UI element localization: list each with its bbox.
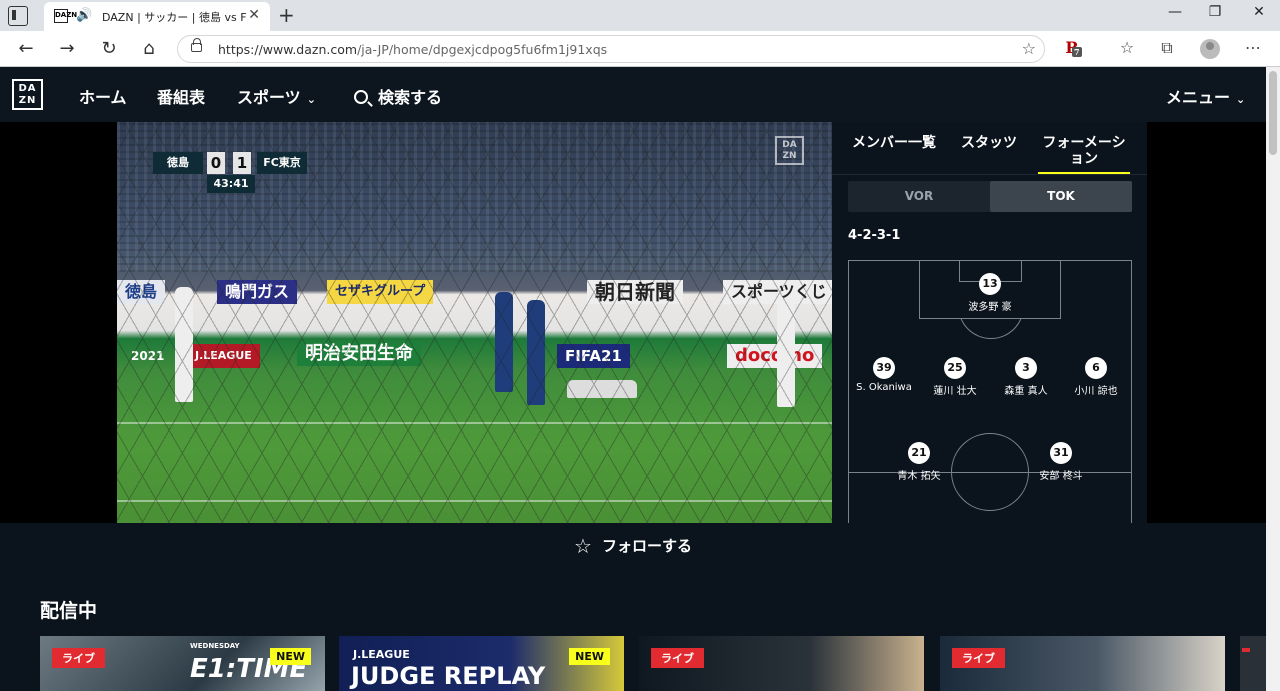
scrollbar-thumb[interactable] [1269, 71, 1277, 155]
nav-search[interactable]: 検索する [354, 84, 442, 108]
follow-button[interactable]: ☆ フォローする [0, 523, 1266, 569]
content-card[interactable]: WEDNESDAY E1:TIME ライブ NEW [40, 636, 325, 691]
browser-tab[interactable]: DAZN 🔊 DAZN | サッカー | 徳島 vs FC東京 ✕ [44, 2, 270, 31]
video-player[interactable]: 徳島 鳴門ガス セザキグループ 朝日新聞 スポーツくじ 明治安田生命 FIFA2… [117, 122, 832, 523]
new-badge: NEW [569, 648, 610, 665]
star-icon: ☆ [574, 534, 592, 558]
reload-icon[interactable]: ↻ [97, 38, 121, 59]
formation-player[interactable]: 13 波多野 豪 [945, 273, 1035, 313]
content-card[interactable]: ライブ [639, 636, 924, 691]
divider [832, 174, 1147, 175]
home-score: 0 [207, 152, 225, 174]
more-options-icon[interactable]: ⋯ [1241, 38, 1265, 57]
speaker-icon[interactable]: 🔊 [76, 8, 92, 23]
section-title: 配信中 [40, 600, 98, 622]
team-tok-button[interactable]: TOK [990, 181, 1132, 212]
formation-pitch: 13 波多野 豪 39 S. Okaniwa 25 蓮川 壮大 3 森重 真人 6 小川 … [848, 260, 1132, 523]
match-sidebar: メンバー一覧 スタッツ フォーメーション VOR TOK 4-2-3-1 13 波… [832, 122, 1147, 523]
chevron-down-icon: ⌄ [1236, 93, 1246, 106]
card-subtitle: WEDNESDAY [190, 642, 240, 650]
favorites-icon[interactable]: ☆ [1115, 38, 1139, 57]
home-team: 徳島 [153, 152, 203, 174]
live-badge: ライブ [651, 648, 704, 668]
lock-icon[interactable] [191, 38, 202, 52]
tab-title: DAZN | サッカー | 徳島 vs FC東京 [102, 11, 247, 24]
browser-toolbar: ← → ↻ ⌂ https://www.dazn.com/ja-JP/home/… [0, 31, 1280, 67]
live-badge [1242, 648, 1250, 652]
close-window-icon[interactable]: ✕ [1244, 4, 1274, 20]
collections-icon[interactable]: ⧉ [1155, 38, 1179, 58]
card-title: JUDGE REPLAY [351, 662, 546, 690]
dazn-logo[interactable]: DA ZN [12, 79, 43, 110]
new-badge: NEW [270, 648, 311, 665]
team-toggle: VOR TOK [848, 181, 1132, 212]
away-team: FC東京 [257, 152, 307, 174]
formation-label: 4-2-3-1 [848, 228, 901, 243]
content-card[interactable]: ライブ [940, 636, 1225, 691]
nav-menu[interactable]: メニュー ⌄ [1166, 84, 1245, 108]
profile-avatar[interactable] [1200, 39, 1220, 59]
chevron-down-icon: ⌄ [306, 93, 316, 106]
formation-player[interactable]: 21 青木 拓矢 [874, 442, 964, 482]
new-tab-icon[interactable]: + [278, 3, 295, 27]
scorebug: 徳島 0 1 FC東京 43:41 [153, 152, 307, 196]
live-badge: ライブ [952, 648, 1005, 668]
add-favorite-icon[interactable]: ☆ [1022, 39, 1036, 58]
dazn-watermark: DA ZN [775, 136, 804, 165]
nav-schedule[interactable]: 番組表 [157, 84, 205, 108]
browser-tab-strip: DAZN 🔊 DAZN | サッカー | 徳島 vs FC東京 ✕ + — ❐ … [0, 0, 1280, 31]
dazn-favicon-icon: DAZN [54, 9, 77, 23]
minimize-icon[interactable]: — [1160, 4, 1190, 20]
forward-icon[interactable]: → [55, 38, 79, 59]
card-subtitle: J.LEAGUE [353, 648, 410, 661]
away-score: 1 [233, 152, 251, 174]
formation-player[interactable]: 31 安部 柊斗 [1016, 442, 1106, 482]
top-navigation: DA ZN ホーム 番組表 スポーツ ⌄ 検索する メニュー ⌄ [0, 67, 1266, 122]
formation-player[interactable]: 6 小川 諒也 [1051, 357, 1141, 397]
nav-sports[interactable]: スポーツ ⌄ [237, 84, 316, 108]
tab-formation[interactable]: フォーメーション [1038, 135, 1130, 174]
extension-icon[interactable]: R7 [1060, 38, 1084, 57]
maximize-icon[interactable]: ❐ [1200, 4, 1230, 20]
content-card[interactable]: J.LEAGUE JUDGE REPLAY NEW [339, 636, 624, 691]
tab-actions-icon[interactable] [8, 6, 28, 26]
page-scrollbar[interactable] [1266, 67, 1280, 691]
team-vor-button[interactable]: VOR [848, 181, 990, 212]
address-bar[interactable]: https://www.dazn.com/ja-JP/home/dpgexjcd… [177, 35, 1045, 63]
content-card[interactable] [1240, 636, 1266, 691]
back-icon[interactable]: ← [14, 38, 38, 59]
search-icon [354, 90, 368, 104]
close-tab-icon[interactable]: ✕ [248, 7, 260, 23]
dazn-page: DA ZN ホーム 番組表 スポーツ ⌄ 検索する メニュー ⌄ 徳島 鳴門ガス セザ… [0, 67, 1266, 691]
live-badge: ライブ [52, 648, 105, 668]
home-icon[interactable]: ⌂ [137, 38, 161, 59]
player-area: 徳島 鳴門ガス セザキグループ 朝日新聞 スポーツくじ 明治安田生命 FIFA2… [0, 122, 1266, 523]
match-clock: 43:41 [207, 175, 255, 193]
url-text[interactable]: https://www.dazn.com/ja-JP/home/dpgexjcd… [218, 42, 607, 57]
tab-members[interactable]: メンバー一覧 [848, 135, 940, 151]
nav-home[interactable]: ホーム [79, 84, 127, 108]
tab-stats[interactable]: スタッツ [958, 135, 1020, 151]
